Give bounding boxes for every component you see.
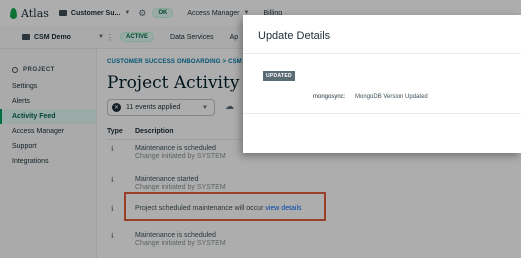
chevron-down-icon: ▼ <box>98 34 104 40</box>
cloud-icon[interactable]: ☁ <box>225 101 234 112</box>
event-initiator: Change initiated by SYSTEM <box>135 240 226 247</box>
logo-text: Atlas <box>21 6 49 20</box>
event-description: Maintenance is scheduled <box>135 232 216 239</box>
column-type: Type <box>107 128 123 135</box>
divider <box>243 113 521 114</box>
project-status-badge: ACTIVE <box>120 32 155 42</box>
event-initiator: Change initiated by SYSTEM <box>135 153 226 160</box>
divider <box>243 53 521 54</box>
dialog-title: Update Details <box>258 30 331 42</box>
leaf-icon <box>10 7 17 19</box>
table-row: ℹ Maintenance started Change initiated b… <box>107 176 226 191</box>
event-description: Maintenance started <box>135 176 199 183</box>
update-key: mongosync: <box>313 94 346 100</box>
sidebar: PROJECT Settings Alerts Activity Feed Ac… <box>0 49 97 258</box>
update-details-dialog: Update Details UPDATED mongosync: MongoD… <box>243 15 521 153</box>
org-selector[interactable]: Customer Su... ▼ <box>58 9 131 17</box>
sidebar-item-settings[interactable]: Settings <box>0 79 96 94</box>
project-icon <box>12 67 18 73</box>
chevron-down-icon: ▼ <box>202 104 208 111</box>
folder-icon <box>22 34 30 40</box>
status-badge: OK <box>152 8 174 18</box>
app-services-tab[interactable]: Ap <box>230 34 239 41</box>
sidebar-section-project: PROJECT <box>0 49 96 79</box>
table-row: ℹ Maintenance is scheduled Change initia… <box>107 232 226 247</box>
clear-filter-icon[interactable]: ✕ <box>112 103 121 112</box>
sidebar-section-label: PROJECT <box>23 67 55 73</box>
breadcrumb[interactable]: CUSTOMER SUCCESS ONBOARDING > CSM DEM <box>107 59 258 65</box>
gear-icon[interactable]: ⚙ <box>138 8 146 19</box>
sidebar-item-alerts[interactable]: Alerts <box>0 94 96 109</box>
updated-badge: UPDATED <box>263 71 295 81</box>
event-filter[interactable]: ✕ 11 events applied ▼ <box>107 99 215 116</box>
access-manager-link[interactable]: Access Manager <box>187 10 239 17</box>
more-options-icon[interactable]: ⋮ <box>106 33 114 42</box>
info-icon: ℹ <box>111 146 114 153</box>
org-name: Customer Su... <box>70 9 121 17</box>
table-header: Type Description <box>107 128 174 135</box>
column-description: Description <box>135 128 174 135</box>
annotation-highlight-box <box>124 192 326 221</box>
sidebar-item-integrations[interactable]: Integrations <box>0 154 96 169</box>
project-selector[interactable]: CSM Demo ▼ <box>22 34 104 41</box>
sidebar-item-support[interactable]: Support <box>0 139 96 154</box>
sidebar-item-access-manager[interactable]: Access Manager <box>0 124 96 139</box>
info-icon: ℹ <box>111 233 114 240</box>
filter-label: 11 events applied <box>126 104 181 111</box>
sidebar-item-activity-feed[interactable]: Activity Feed <box>0 109 96 124</box>
info-icon: ℹ <box>111 177 114 184</box>
atlas-logo[interactable]: Atlas <box>10 7 49 20</box>
update-row: UPDATED <box>263 71 295 81</box>
event-initiator: Change initiated by SYSTEM <box>135 184 226 191</box>
update-detail: mongosync: MongoDB Version Updated <box>313 94 428 100</box>
data-services-tab[interactable]: Data Services <box>170 34 214 41</box>
chevron-down-icon: ▼ <box>124 10 131 16</box>
event-description: Maintenance is scheduled <box>135 145 216 152</box>
update-value: MongoDB Version Updated <box>355 94 428 100</box>
project-name: CSM Demo <box>34 33 71 41</box>
folder-icon <box>58 10 67 16</box>
table-row: ℹ Maintenance is scheduled Change initia… <box>107 145 226 160</box>
